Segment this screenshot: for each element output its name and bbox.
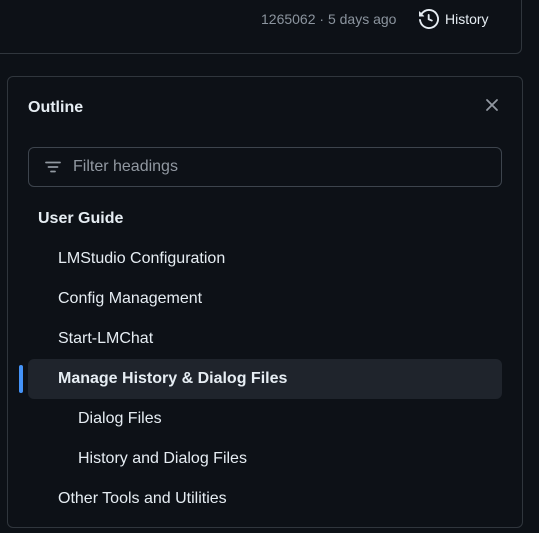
outline-item-label: User Guide: [38, 210, 124, 227]
history-button[interactable]: History: [419, 8, 489, 30]
outline-item-label: LMStudio Configuration: [58, 250, 226, 267]
outline-item-label: Other Tools and Utilities: [58, 490, 227, 507]
close-icon: [485, 98, 499, 117]
filter-headings-input[interactable]: [73, 158, 473, 176]
outline-item[interactable]: Dialog Files: [28, 399, 502, 439]
outline-item[interactable]: User Guide: [28, 199, 502, 239]
outline-item-label: Config Management: [58, 290, 203, 307]
outline-item-label: Dialog Files: [78, 410, 162, 427]
close-button[interactable]: [482, 97, 502, 117]
outline-item[interactable]: LMStudio Configuration: [28, 239, 502, 279]
latest-commit-bar: 1265062 · 5 days ago History: [0, 0, 522, 54]
outline-title: Outline: [28, 99, 84, 116]
commit-meta[interactable]: 1265062 · 5 days ago: [261, 11, 396, 27]
outline-item-label: History and Dialog Files: [78, 450, 247, 467]
outline-item[interactable]: Config Management: [28, 279, 502, 319]
outline-item[interactable]: Manage History & Dialog Files: [28, 359, 502, 399]
outline-panel: Outline User Guide LMStudio Configuration…: [7, 76, 523, 528]
history-icon: [419, 9, 439, 29]
filter-icon: [43, 157, 63, 177]
outline-item-label: Start-LMChat: [58, 330, 154, 347]
outline-item[interactable]: Start-LMChat: [28, 319, 502, 359]
active-item-marker: [19, 365, 23, 393]
outline-item-label: Manage History & Dialog Files: [58, 370, 288, 387]
outline-item[interactable]: Other Tools and Utilities: [28, 479, 502, 519]
filter-headings-field: [28, 147, 502, 187]
history-label: History: [445, 11, 489, 27]
outline-item[interactable]: History and Dialog Files: [28, 439, 502, 479]
